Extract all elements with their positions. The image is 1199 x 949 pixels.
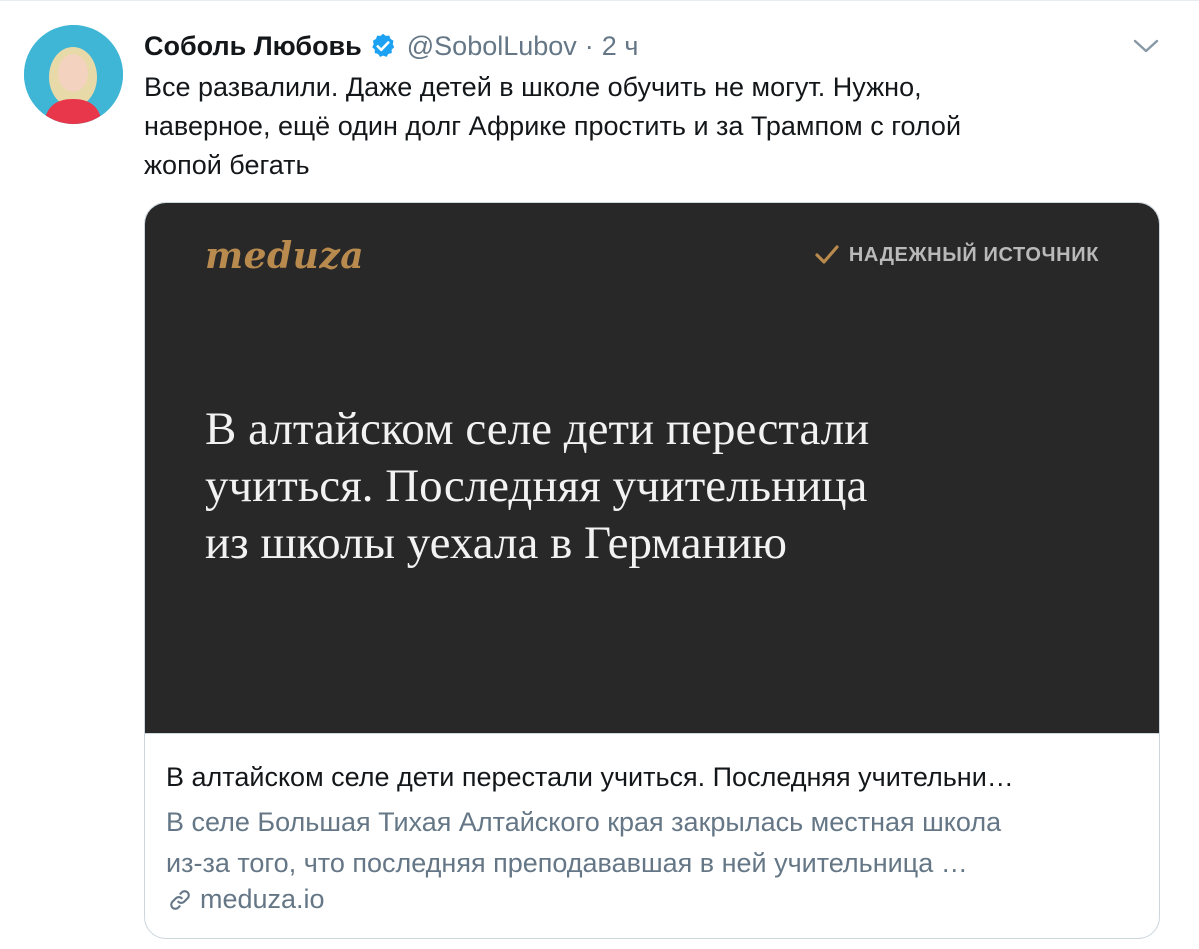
avatar[interactable]: [24, 25, 123, 124]
link-preview-card[interactable]: meduza НАДЕЖНЫЙ ИСТОЧНИК В алтайском сел…: [144, 202, 1160, 939]
tweet-text-line: жопой бегать: [144, 150, 310, 180]
chevron-down-icon[interactable]: [1130, 32, 1162, 60]
tweet-text-line: наверное, ещё один долг Африке простить …: [144, 111, 962, 141]
tweet-text-line: Все развалили. Даже детей в школе обучит…: [144, 72, 922, 102]
card-domain: meduza.io: [166, 884, 325, 915]
display-name[interactable]: Соболь Любовь: [144, 31, 362, 62]
card-description-line: из-за того, что последняя преподававшая …: [166, 848, 968, 878]
trusted-source-badge: НАДЕЖНЫЙ ИСТОЧНИК: [813, 243, 1099, 267]
separator-dot: ·: [584, 30, 594, 61]
tweet-text: Все развалили. Даже детей в школе обучит…: [144, 68, 1144, 185]
card-body[interactable]: В алтайском селе дети перестали учиться.…: [145, 733, 1159, 938]
link-icon: [166, 886, 194, 914]
card-domain-text: meduza.io: [200, 884, 325, 914]
card-description: В селе Большая Тихая Алтайского края зак…: [166, 802, 1156, 884]
trusted-source-label: НАДЕЖНЫЙ ИСТОЧНИК: [848, 243, 1099, 266]
tweet-header: Соболь Любовь @SobolLubov · 2 ч: [144, 28, 638, 64]
card-image[interactable]: meduza НАДЕЖНЫЙ ИСТОЧНИК В алтайском сел…: [145, 203, 1159, 733]
headline-line: В алтайском селе дети перестали: [205, 403, 870, 455]
headline-line: из школы уехала в Германию: [205, 517, 787, 569]
avatar-image: [24, 25, 123, 124]
handle[interactable]: @SobolLubov: [407, 31, 577, 62]
check-icon: [813, 243, 841, 267]
timestamp[interactable]: 2 ч: [602, 31, 639, 62]
headline-line: учиться. Последняя учительница: [205, 460, 868, 512]
card-description-line: В селе Большая Тихая Алтайского края зак…: [166, 807, 1002, 837]
verified-badge-icon: [369, 32, 397, 60]
top-divider: [0, 0, 1199, 1]
card-image-headline: В алтайском селе дети перестали учиться.…: [205, 401, 1105, 572]
card-title: В алтайском селе дети перестали учиться.…: [166, 762, 1014, 792]
meduza-logo: meduza: [205, 235, 365, 277]
